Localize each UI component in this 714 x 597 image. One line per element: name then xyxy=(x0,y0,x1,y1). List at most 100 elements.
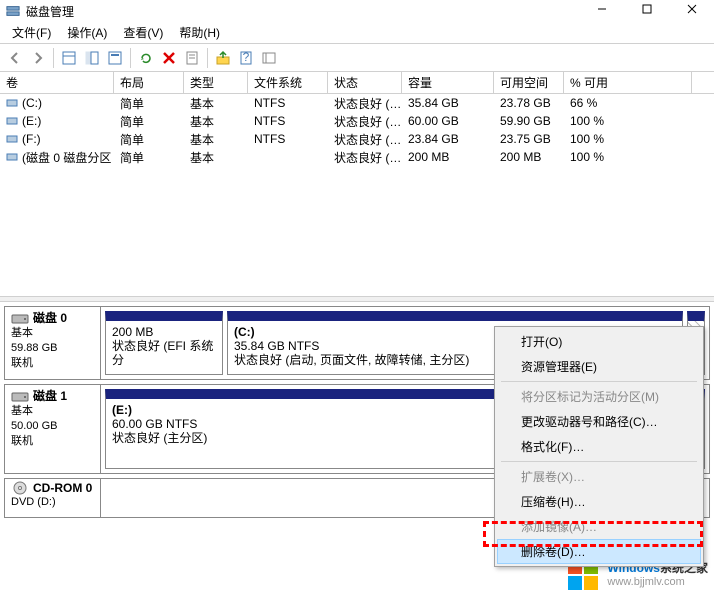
context-menu: 打开(O) 资源管理器(E) 将分区标记为活动分区(M) 更改驱动器号和路径(C… xyxy=(494,326,704,567)
watermark-url: www.bjjmlv.com xyxy=(607,576,684,588)
cell: 状态良好 (… xyxy=(328,148,402,166)
menu-file[interactable]: 文件(F) xyxy=(4,22,59,43)
col-free[interactable]: 可用空间 xyxy=(494,72,564,93)
help-button[interactable]: ? xyxy=(235,47,257,69)
disk-status: 联机 xyxy=(11,434,94,449)
disk-info[interactable]: CD-ROM 0 DVD (D:) xyxy=(5,479,101,517)
volume-icon xyxy=(6,151,18,163)
cell: NTFS xyxy=(248,94,328,112)
menu-view[interactable]: 查看(V) xyxy=(115,22,171,43)
toolbar-separator xyxy=(130,48,131,68)
cell: 60.00 GB xyxy=(402,112,494,130)
cell: 35.84 GB xyxy=(402,94,494,112)
cell: 简单 xyxy=(114,130,184,148)
cell: 100 % xyxy=(564,112,692,130)
col-layout[interactable]: 布局 xyxy=(114,72,184,93)
maximize-button[interactable] xyxy=(624,0,669,20)
cell: 基本 xyxy=(184,130,248,148)
cell: NTFS xyxy=(248,130,328,148)
toolbar-separator xyxy=(207,48,208,68)
volume-list: 卷 布局 类型 文件系统 状态 容量 可用空间 % 可用 (C:) 简单 基本 … xyxy=(0,72,714,166)
close-button[interactable] xyxy=(669,0,714,20)
table-row[interactable]: (F:) 简单 基本 NTFS 状态良好 (… 23.84 GB 23.75 G… xyxy=(0,130,714,148)
menu-explorer[interactable]: 资源管理器(E) xyxy=(497,354,701,379)
menu-delete-volume[interactable]: 删除卷(D)… xyxy=(497,539,701,564)
splitter[interactable] xyxy=(0,296,714,302)
toolbar-separator xyxy=(53,48,54,68)
disk-type: 基本 xyxy=(11,326,94,341)
cell: (F:) xyxy=(22,132,41,146)
menu-mark-active: 将分区标记为活动分区(M) xyxy=(497,384,701,409)
disk-size: 59.88 GB xyxy=(11,341,94,356)
cdrom-icon xyxy=(11,481,29,495)
toolbar-icon[interactable] xyxy=(212,47,234,69)
col-volume[interactable]: 卷 xyxy=(0,72,114,93)
back-button[interactable] xyxy=(4,47,26,69)
partition-status: 状态良好 (EFI 系统分 xyxy=(112,339,216,367)
cell: 状态良好 (… xyxy=(328,94,402,112)
toolbar-icon[interactable] xyxy=(58,47,80,69)
menu-format[interactable]: 格式化(F)… xyxy=(497,434,701,459)
cell: 基本 xyxy=(184,112,248,130)
partition[interactable]: 200 MB 状态良好 (EFI 系统分 xyxy=(105,311,223,375)
menu-separator xyxy=(501,381,697,382)
toolbar-icon[interactable] xyxy=(104,47,126,69)
volume-icon xyxy=(6,97,18,109)
cell: 100 % xyxy=(564,148,692,166)
disk-size: 50.00 GB xyxy=(11,419,94,434)
delete-icon[interactable] xyxy=(158,47,180,69)
properties-button[interactable] xyxy=(181,47,203,69)
disk-name: 磁盘 1 xyxy=(33,387,67,404)
disk-icon xyxy=(11,311,29,325)
table-row[interactable]: (C:) 简单 基本 NTFS 状态良好 (… 35.84 GB 23.78 G… xyxy=(0,94,714,112)
disk-name: 磁盘 0 xyxy=(33,309,67,326)
minimize-button[interactable] xyxy=(579,0,624,20)
col-capacity[interactable]: 容量 xyxy=(402,72,494,93)
disk-info[interactable]: 磁盘 0 基本 59.88 GB 联机 xyxy=(5,307,101,379)
menu-help[interactable]: 帮助(H) xyxy=(171,22,228,43)
menu-extend: 扩展卷(X)… xyxy=(497,464,701,489)
cell: 23.84 GB xyxy=(402,130,494,148)
list-header: 卷 布局 类型 文件系统 状态 容量 可用空间 % 可用 xyxy=(0,72,714,94)
menu-open[interactable]: 打开(O) xyxy=(497,329,701,354)
cell: 简单 xyxy=(114,112,184,130)
cell: 200 MB xyxy=(402,148,494,166)
cell: 23.75 GB xyxy=(494,130,564,148)
col-pct[interactable]: % 可用 xyxy=(564,72,692,93)
cell: 简单 xyxy=(114,94,184,112)
toolbar-icon[interactable] xyxy=(81,47,103,69)
col-fs[interactable]: 文件系统 xyxy=(248,72,328,93)
volume-icon xyxy=(6,115,18,127)
forward-button[interactable] xyxy=(27,47,49,69)
cell: 23.78 GB xyxy=(494,94,564,112)
cell: 59.90 GB xyxy=(494,112,564,130)
refresh-button[interactable] xyxy=(135,47,157,69)
cell: 100 % xyxy=(564,130,692,148)
table-row[interactable]: (E:) 简单 基本 NTFS 状态良好 (… 60.00 GB 59.90 G… xyxy=(0,112,714,130)
col-type[interactable]: 类型 xyxy=(184,72,248,93)
toolbar: ? xyxy=(0,44,714,72)
cell: 66 % xyxy=(564,94,692,112)
toolbar-icon[interactable] xyxy=(258,47,280,69)
menu-change-letter[interactable]: 更改驱动器号和路径(C)… xyxy=(497,409,701,434)
volume-icon xyxy=(6,133,18,145)
cell: 基本 xyxy=(184,94,248,112)
cell: 状态良好 (… xyxy=(328,112,402,130)
menu-separator xyxy=(501,461,697,462)
table-row[interactable]: (磁盘 0 磁盘分区 1) 简单 基本 状态良好 (… 200 MB 200 M… xyxy=(0,148,714,166)
menu-bar: 文件(F) 操作(A) 查看(V) 帮助(H) xyxy=(0,22,714,44)
cell xyxy=(248,148,328,166)
cell: 状态良好 (… xyxy=(328,130,402,148)
col-status[interactable]: 状态 xyxy=(328,72,402,93)
disk-status: 联机 xyxy=(11,356,94,371)
menu-shrink[interactable]: 压缩卷(H)… xyxy=(497,489,701,514)
cell: (磁盘 0 磁盘分区 1) xyxy=(22,149,114,166)
menu-add-mirror: 添加镜像(A)… xyxy=(497,514,701,539)
disk-name: CD-ROM 0 xyxy=(33,481,92,495)
disk-type: 基本 xyxy=(11,404,94,419)
disk-line: DVD (D:) xyxy=(11,495,94,510)
menu-action[interactable]: 操作(A) xyxy=(59,22,115,43)
cell: 基本 xyxy=(184,148,248,166)
disk-icon xyxy=(11,389,29,403)
disk-info[interactable]: 磁盘 1 基本 50.00 GB 联机 xyxy=(5,385,101,473)
